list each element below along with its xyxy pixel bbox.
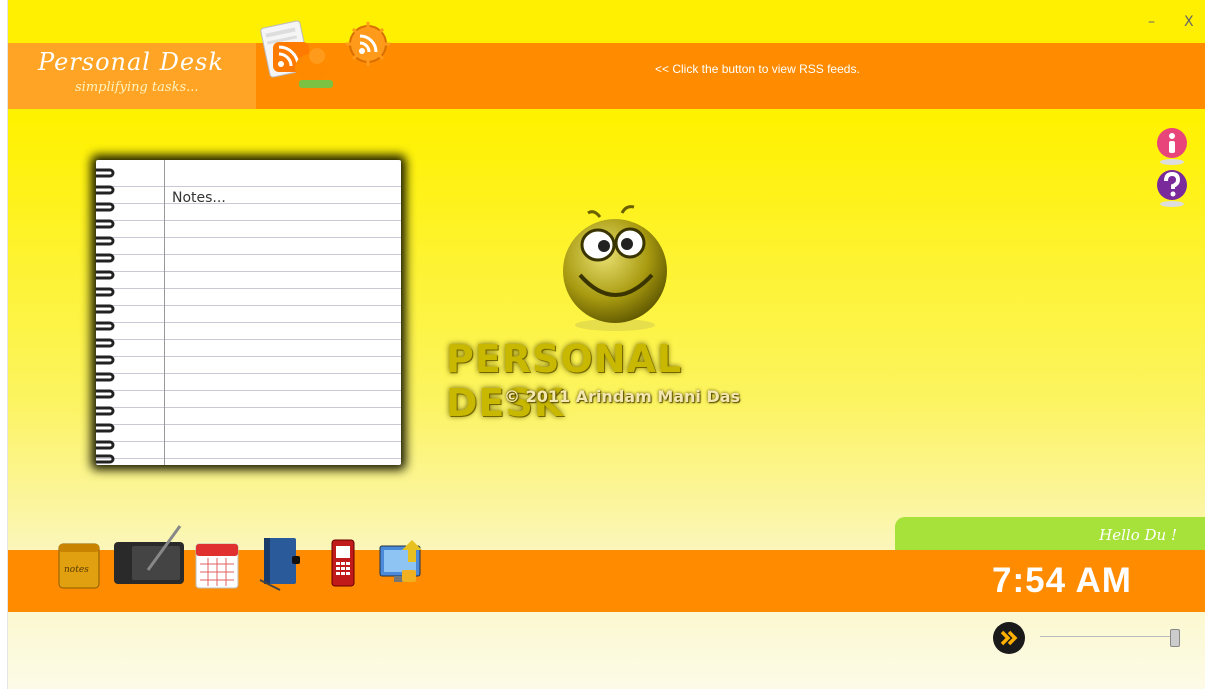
minimize-button[interactable]: –	[1148, 14, 1155, 30]
feed-reader-icon[interactable]	[259, 18, 339, 96]
close-button[interactable]: X	[1184, 14, 1194, 30]
chevron-double-right-icon	[1000, 630, 1018, 646]
slider-thumb[interactable]	[1170, 629, 1180, 647]
app-subtitle: simplifying tasks...	[75, 80, 199, 95]
next-button[interactable]	[993, 622, 1025, 654]
rss-icon[interactable]	[344, 20, 392, 68]
notebook-margin-line	[164, 160, 165, 465]
help-icon[interactable]	[1155, 168, 1189, 208]
app-title: Personal Desk	[38, 48, 224, 76]
slider-track[interactable]	[1040, 636, 1170, 637]
greeting-text: Hello Du !	[1099, 526, 1177, 544]
clock-time: 7:54 AM	[992, 561, 1132, 600]
notebook-spiral	[96, 168, 115, 464]
notes-text[interactable]: Notes...	[172, 190, 226, 206]
address-book-icon[interactable]	[258, 536, 304, 592]
drawing-tablet-icon[interactable]	[112, 522, 186, 586]
app-window: – X Personal Desk simplifying tasks... <…	[0, 0, 1205, 689]
notes-icon[interactable]: notes	[56, 540, 102, 590]
logo-title: PERSONAL DESK	[446, 337, 683, 425]
center-logo: PERSONAL DESK © 2011 Arindam Mani Das	[440, 195, 800, 425]
greeting-tab: Hello Du !	[895, 517, 1205, 550]
rss-hint-text: << Click the button to view RSS feeds.	[655, 62, 860, 76]
logo-copyright: © 2011 Arindam Mani Das	[504, 387, 741, 406]
info-icon[interactable]	[1155, 126, 1189, 166]
notes-notebook[interactable]: Notes...	[96, 160, 401, 465]
svg-text:notes: notes	[64, 565, 89, 575]
lock-screen-icon[interactable]	[374, 536, 430, 592]
calendar-icon[interactable]	[192, 536, 244, 590]
mobile-phone-icon[interactable]	[326, 536, 360, 590]
smiley-face-icon	[563, 205, 667, 331]
